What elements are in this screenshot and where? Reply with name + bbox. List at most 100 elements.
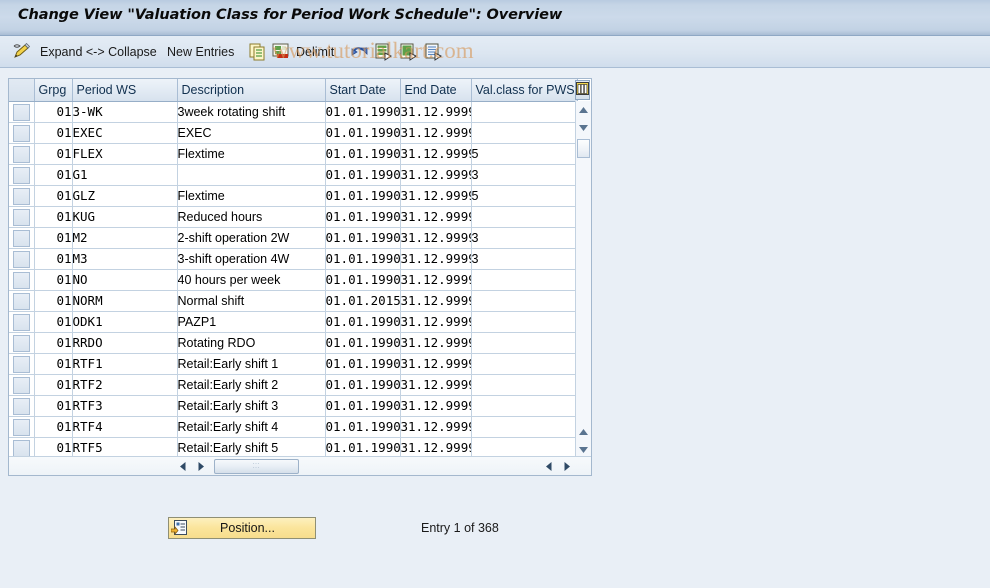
cell-val-class[interactable]: 3 (471, 227, 578, 249)
row-select-box[interactable] (13, 167, 30, 184)
row-select-cell[interactable] (9, 206, 35, 228)
cell-period-ws[interactable]: RRDO (72, 332, 178, 354)
cell-end-date[interactable]: 31.12.9999 (400, 395, 472, 417)
row-select-box[interactable] (13, 377, 30, 394)
cell-grpg[interactable]: 01 (34, 227, 73, 249)
table-row[interactable]: 01 GLZ Flextime 01.01.1990 31.12.9999 5 (9, 185, 578, 207)
row-select-cell[interactable] (9, 269, 35, 291)
cell-grpg[interactable]: 01 (34, 437, 73, 459)
cell-description[interactable]: PAZP1 (177, 311, 326, 333)
cell-val-class[interactable] (471, 416, 578, 438)
cell-end-date[interactable]: 31.12.9999 (400, 269, 472, 291)
cell-val-class[interactable] (471, 353, 578, 375)
table-row[interactable]: 01 RTF5 Retail:Early shift 5 01.01.1990 31.1… (9, 437, 578, 459)
cell-period-ws[interactable]: FLEX (72, 143, 178, 165)
cell-description[interactable]: Retail:Early shift 1 (177, 353, 326, 375)
cell-period-ws[interactable]: NO (72, 269, 178, 291)
table-row[interactable]: 01 NORM Normal shift 01.01.2015 31.12.9999 (9, 290, 578, 312)
table-row[interactable]: 01 M3 3-shift operation 4W 01.01.1990 31.12.… (9, 248, 578, 270)
row-select-cell[interactable] (9, 416, 35, 438)
cell-start-date[interactable]: 01.01.1990 (325, 164, 401, 186)
row-select-box[interactable] (13, 125, 30, 142)
cell-grpg[interactable]: 01 (34, 206, 73, 228)
display-change-button[interactable] (12, 36, 32, 68)
row-select-cell[interactable] (9, 101, 35, 123)
cell-description[interactable]: 3week rotating shift (177, 101, 326, 123)
cell-description[interactable]: Flextime (177, 143, 326, 165)
cell-grpg[interactable]: 01 (34, 311, 73, 333)
cell-description[interactable]: EXEC (177, 122, 326, 144)
cell-val-class[interactable]: 5 (471, 185, 578, 207)
vertical-scroll-thumb[interactable] (577, 139, 590, 158)
cell-start-date[interactable]: 01.01.1990 (325, 332, 401, 354)
cell-period-ws[interactable]: M2 (72, 227, 178, 249)
new-entries-button[interactable]: New Entries (167, 36, 234, 68)
cell-end-date[interactable]: 31.12.9999 (400, 122, 472, 144)
row-select-box[interactable] (13, 440, 30, 457)
row-select-box[interactable] (13, 293, 30, 310)
cell-description[interactable]: Retail:Early shift 4 (177, 416, 326, 438)
cell-period-ws[interactable]: RTF2 (72, 374, 178, 396)
table-row[interactable]: 01 RRDO Rotating RDO 01.01.1990 31.12.9999 (9, 332, 578, 354)
cell-start-date[interactable]: 01.01.1990 (325, 416, 401, 438)
row-select-box[interactable] (13, 209, 30, 226)
select-all-button[interactable] (400, 36, 418, 68)
table-row[interactable]: 01 NO 40 hours per week 01.01.1990 31.12.999… (9, 269, 578, 291)
cell-description[interactable]: Retail:Early shift 5 (177, 437, 326, 459)
cell-val-class[interactable] (471, 311, 578, 333)
cell-description[interactable] (177, 164, 326, 186)
column-header-period-ws[interactable]: Period WS (72, 79, 178, 102)
row-select-box[interactable] (13, 104, 30, 121)
cell-grpg[interactable]: 01 (34, 353, 73, 375)
column-header-grpg[interactable]: Grpg (34, 79, 73, 102)
row-select-box[interactable] (13, 335, 30, 352)
row-select-cell[interactable] (9, 248, 35, 270)
cell-start-date[interactable]: 01.01.2015 (325, 290, 401, 312)
row-select-box[interactable] (13, 398, 30, 415)
cell-val-class[interactable]: 3 (471, 164, 578, 186)
cell-start-date[interactable]: 01.01.1990 (325, 269, 401, 291)
cell-period-ws[interactable]: EXEC (72, 122, 178, 144)
cell-grpg[interactable]: 01 (34, 164, 73, 186)
delimit-button[interactable]: Delimit (296, 36, 334, 68)
cell-val-class[interactable] (471, 101, 578, 123)
cell-end-date[interactable]: 31.12.9999 (400, 416, 472, 438)
position-button[interactable]: Position... (168, 517, 316, 539)
cell-end-date[interactable]: 31.12.9999 (400, 437, 472, 459)
cell-end-date[interactable]: 31.12.9999 (400, 164, 472, 186)
undelimit-button[interactable] (350, 36, 370, 68)
cell-description[interactable]: Retail:Early shift 2 (177, 374, 326, 396)
cell-end-date[interactable]: 31.12.9999 (400, 185, 472, 207)
cell-period-ws[interactable]: NORM (72, 290, 178, 312)
row-select-cell[interactable] (9, 374, 35, 396)
cell-start-date[interactable]: 01.01.1990 (325, 101, 401, 123)
select-block-button[interactable] (375, 36, 393, 68)
cell-val-class[interactable] (471, 332, 578, 354)
cell-grpg[interactable]: 01 (34, 185, 73, 207)
cell-val-class[interactable] (471, 206, 578, 228)
cell-end-date[interactable]: 31.12.9999 (400, 248, 472, 270)
column-header-end-date[interactable]: End Date (400, 79, 472, 102)
cell-period-ws[interactable]: M3 (72, 248, 178, 270)
horizontal-scrollbar[interactable]: ⋯ ⋯ (9, 456, 591, 475)
cell-end-date[interactable]: 31.12.9999 (400, 374, 472, 396)
cell-grpg[interactable]: 01 (34, 122, 73, 144)
cell-end-date[interactable]: 31.12.9999 (400, 290, 472, 312)
cell-grpg[interactable]: 01 (34, 395, 73, 417)
cell-period-ws[interactable]: RTF3 (72, 395, 178, 417)
cell-description[interactable]: Normal shift (177, 290, 326, 312)
cell-val-class[interactable] (471, 269, 578, 291)
table-row[interactable]: 01 FLEX Flextime 01.01.1990 31.12.9999 5 (9, 143, 578, 165)
cell-description[interactable]: Rotating RDO (177, 332, 326, 354)
row-select-box[interactable] (13, 188, 30, 205)
row-select-cell[interactable] (9, 353, 35, 375)
table-row[interactable]: 01 RTF2 Retail:Early shift 2 01.01.1990 31.1… (9, 374, 578, 396)
cell-description[interactable]: Flextime (177, 185, 326, 207)
column-header-description[interactable]: Description (177, 79, 326, 102)
cell-start-date[interactable]: 01.01.1990 (325, 311, 401, 333)
copy-as-button[interactable] (249, 36, 267, 68)
cell-val-class[interactable] (471, 290, 578, 312)
row-select-box[interactable] (13, 230, 30, 247)
cell-grpg[interactable]: 01 (34, 101, 73, 123)
table-row[interactable]: 01 EXEC EXEC 01.01.1990 31.12.9999 (9, 122, 578, 144)
